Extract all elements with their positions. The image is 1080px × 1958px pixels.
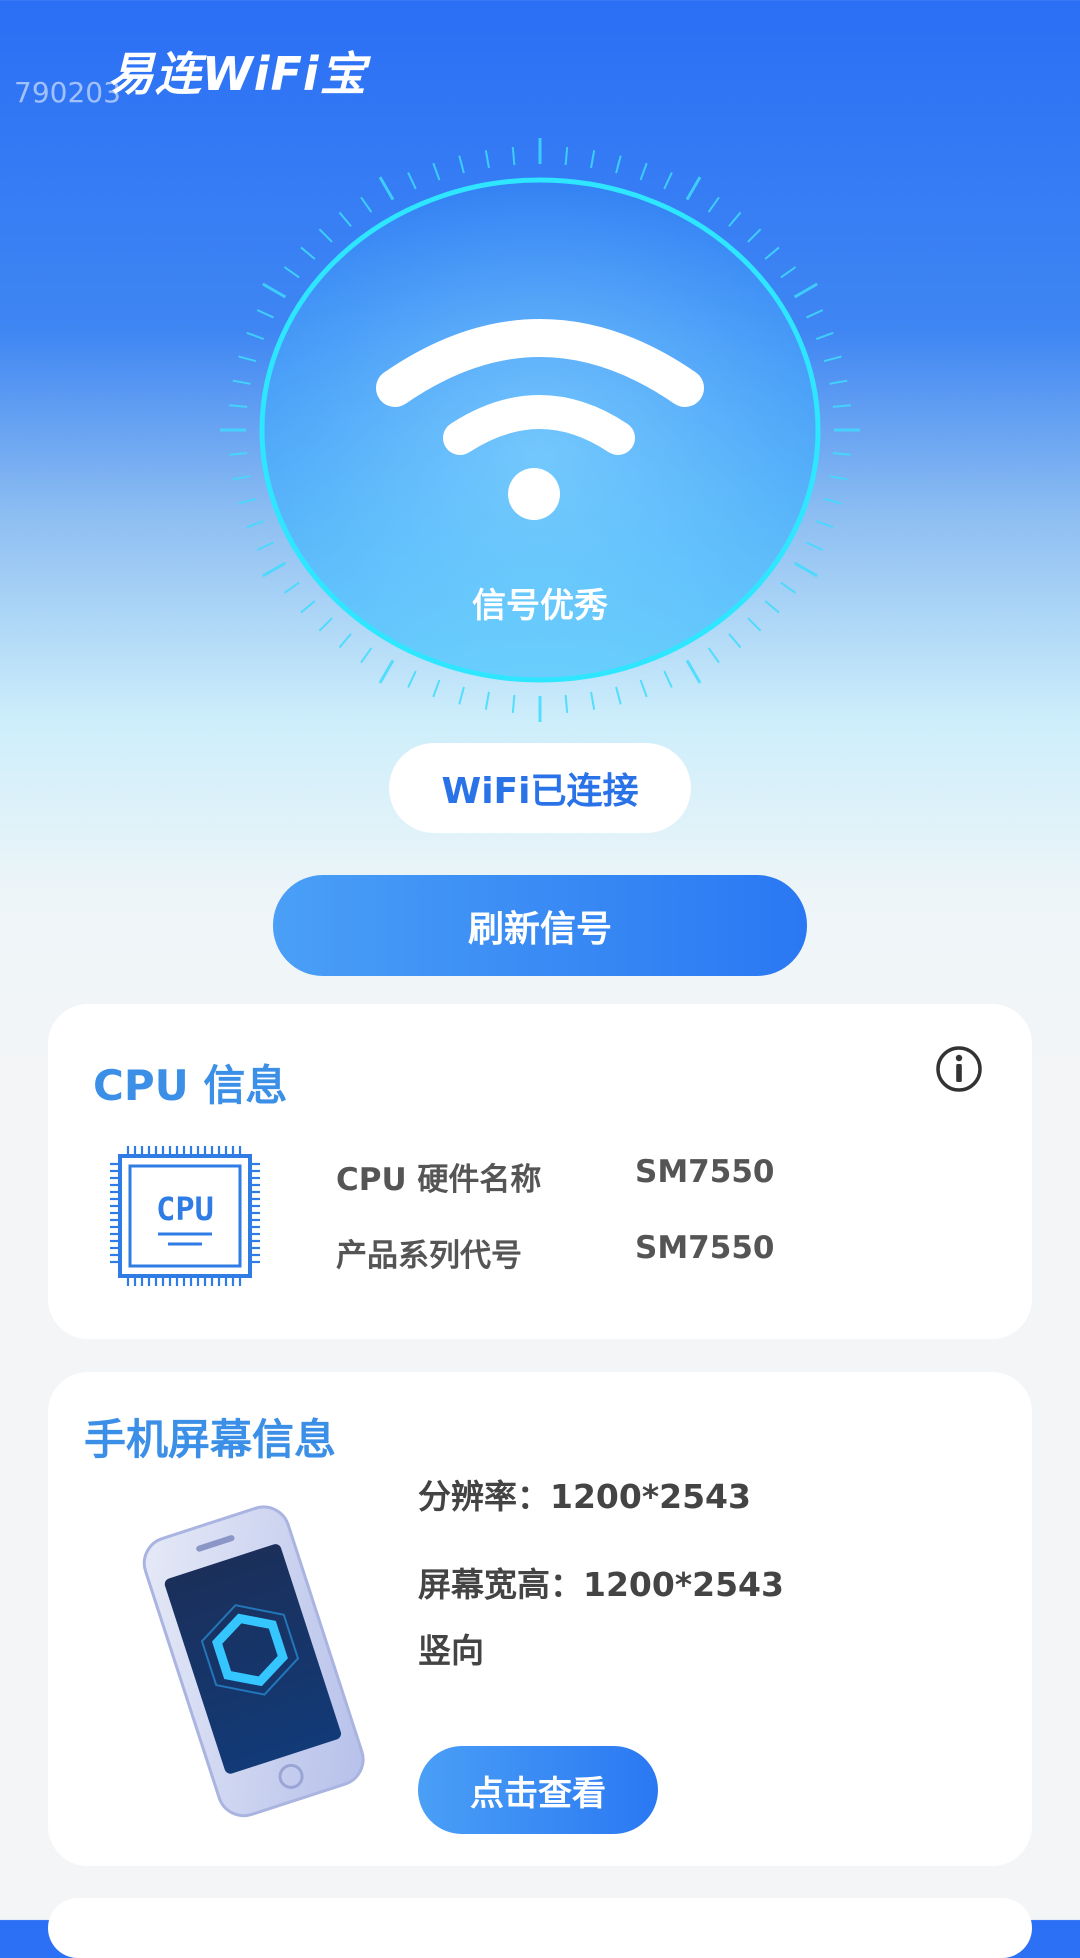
phone-image [142, 1505, 365, 1818]
dial-tick [360, 647, 373, 664]
dial-tick [262, 561, 287, 578]
dial-tick [360, 196, 373, 213]
dial-tick [564, 694, 569, 714]
dial-tick [728, 211, 742, 227]
dial-tick [338, 633, 352, 649]
dial-tick [511, 694, 516, 714]
dial-tick [229, 404, 248, 408]
dial-tick [685, 176, 702, 201]
dial-tick [793, 561, 818, 578]
dial-tick [318, 228, 333, 243]
screen-card-title: 手机屏幕信息 [84, 1415, 337, 1464]
dial-tick [823, 497, 842, 505]
product-series-value: SM7550 [635, 1230, 775, 1266]
dial-tick [458, 155, 465, 174]
dial-tick [432, 679, 441, 698]
dial-tick [728, 633, 742, 649]
dial-tick [663, 670, 673, 688]
screen-orientation: 竖向 [418, 1631, 484, 1670]
dial-tick [338, 211, 352, 227]
dial-tick [832, 452, 851, 456]
product-series-label: 产品系列代号 [336, 1238, 522, 1274]
dial-tick [815, 520, 834, 529]
view-details-button[interactable]: 点击查看 [418, 1746, 658, 1834]
dial-tick [484, 150, 490, 169]
dial-tick [229, 452, 248, 456]
dial-tick [256, 309, 274, 319]
cpu-info-card: CPU 信息 CPU CPU 硬件名称 SM7550 产品系列代号 SM7550 [48, 1004, 1032, 1339]
next-card [48, 1898, 1032, 1958]
dial-tick [407, 172, 417, 190]
dial-tick [407, 670, 417, 688]
dial-tick [432, 162, 441, 181]
dial-tick [511, 146, 516, 166]
dial-tick [378, 659, 395, 684]
dial-tick [300, 246, 316, 260]
dial-tick [246, 331, 265, 340]
cpu-chip-icon: CPU [110, 1146, 260, 1286]
dial-tick [806, 309, 824, 319]
cpu-hardware-value: SM7550 [635, 1154, 775, 1190]
dial-tick [815, 331, 834, 340]
dial-tick [232, 379, 251, 385]
dial-tick [747, 228, 762, 243]
screen-info-card: 手机屏幕信息 分辨率：1200*2543 屏幕宽高：1200*2543 竖向 点… [48, 1372, 1032, 1866]
dial-tick [829, 379, 848, 385]
dial-tick [564, 146, 569, 166]
wifi-dot [508, 468, 560, 520]
dial-tick [707, 647, 720, 664]
dial-tick [829, 475, 848, 481]
dial-tick [590, 150, 596, 169]
dial-tick [707, 196, 720, 213]
dial-tick [685, 659, 702, 684]
dial-tick [780, 266, 797, 279]
dial-tick [764, 246, 780, 260]
dial-tick [238, 497, 257, 505]
dial-tick [806, 541, 824, 551]
screen-resolution: 分辨率：1200*2543 [418, 1477, 751, 1516]
dial-tick [246, 520, 265, 529]
dial-tick [823, 355, 842, 363]
dial-tick [793, 282, 818, 299]
wifi-status-pill[interactable]: WiFi已连接 [389, 743, 691, 833]
dial-tick [232, 475, 251, 481]
refresh-signal-button[interactable]: 刷新信号 [273, 875, 807, 976]
dial-tick [832, 404, 851, 408]
dial-tick [238, 355, 257, 363]
cpu-chip-text: CPU [156, 1190, 214, 1228]
dial-tick [283, 266, 300, 279]
dial-tick [615, 155, 622, 174]
dial-tick [262, 282, 287, 299]
cpu-card-title: CPU 信息 [93, 1061, 288, 1110]
dial-tick [256, 541, 274, 551]
screen-size: 屏幕宽高：1200*2543 [418, 1565, 784, 1604]
signal-label: 信号优秀 [472, 586, 608, 626]
dial-tick [663, 172, 673, 190]
dial-tick [378, 176, 395, 201]
dial-tick [615, 686, 622, 705]
dial-tick [639, 162, 648, 181]
cpu-hardware-label: CPU 硬件名称 [336, 1162, 542, 1198]
dial-tick [458, 686, 465, 705]
dial-tick [639, 679, 648, 698]
info-icon[interactable] [934, 1044, 984, 1094]
dial-tick [484, 691, 490, 710]
dial-tick [590, 691, 596, 710]
